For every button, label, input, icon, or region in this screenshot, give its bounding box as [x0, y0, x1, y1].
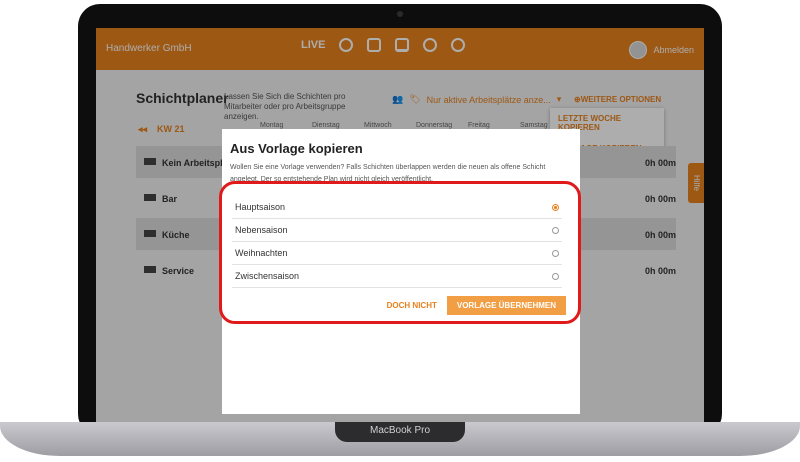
dialog-title: Aus Vorlage kopieren [230, 141, 363, 156]
highlight-box: Hauptsaison Nebensaison Weihnachten Zwis… [219, 181, 581, 324]
radio[interactable] [552, 272, 559, 280]
template-option[interactable]: Hauptsaison [232, 196, 562, 219]
device-brand: MacBook Pro [369, 425, 431, 436]
template-options: Hauptsaison Nebensaison Weihnachten Zwis… [232, 196, 562, 288]
template-option[interactable]: Weihnachten [232, 242, 562, 265]
copy-template-dialog: Aus Vorlage kopieren Wollen Sie eine Vor… [219, 129, 581, 414]
dialog-buttons: DOCH NICHT VORLAGE ÜBERNEHMEN [387, 296, 566, 315]
template-option[interactable]: Zwischensaison [232, 265, 562, 288]
cancel-button[interactable]: DOCH NICHT [387, 301, 437, 310]
apply-template-button[interactable]: VORLAGE ÜBERNEHMEN [446, 296, 566, 315]
camera-icon [397, 11, 403, 17]
radio[interactable] [552, 226, 559, 234]
app-screen: Handwerker GmbH LIVE Abmelden Schichtpla… [96, 28, 704, 422]
radio[interactable] [552, 249, 559, 257]
template-option[interactable]: Nebensaison [232, 219, 562, 242]
radio-selected[interactable] [552, 203, 559, 211]
